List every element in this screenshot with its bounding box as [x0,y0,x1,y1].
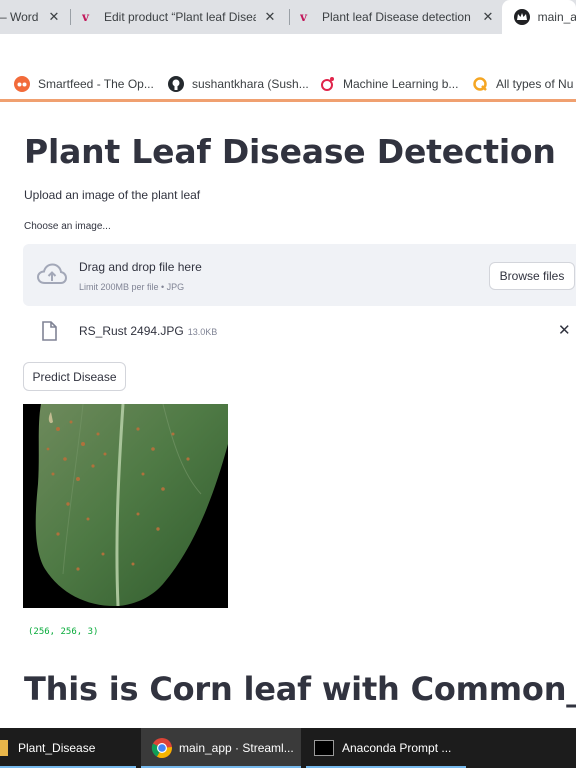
close-icon[interactable]: ✕ [264,9,276,25]
windows-taskbar: Plant_Disease main_app · Streaml... Anac… [0,728,576,768]
streamlit-crown-icon [514,9,530,25]
page-subtitle: Upload an image of the plant leaf [24,188,201,202]
close-icon[interactable]: ✕ [482,9,494,25]
taskbar-label: Plant_Disease [18,741,96,755]
tab-word[interactable]: – Word ✕ [0,0,68,34]
tab-edit-product[interactable]: v Edit product “Plant leaf Disea ✕ [82,0,282,34]
file-icon [40,321,58,346]
terminal-icon [314,740,334,756]
taskbar-label: main_app · Streaml... [179,741,294,755]
github-icon [168,76,184,92]
smartfeed-icon [14,76,30,92]
taskbar-item-plant-disease[interactable]: Plant_Disease [0,728,136,768]
bookmark-all-types[interactable]: All types of Nu [472,76,573,92]
file-dropzone[interactable]: Drag and drop file here Limit 200MB per … [23,244,576,306]
app-page: Plant Leaf Disease Detection Upload an i… [0,102,576,728]
dropzone-limit: Limit 200MB per file • JPG [79,282,185,292]
file-name: RS_Rust 2494.JPG [79,324,184,338]
tab-title: main_a [537,10,576,24]
uploaded-file-name: RS_Rust 2494.JPG 13.0KB [79,324,217,338]
tab-main-app[interactable]: main_a [502,0,576,34]
bookmark-label: sushantkhara (Sush... [192,77,309,91]
uploader-label: Choose an image... [24,221,111,232]
bookmark-label: Machine Learning b... [343,77,459,91]
browser-toolbar [0,34,576,66]
q-icon [472,76,488,92]
tab-title: Plant leaf Disease detection F [322,10,474,24]
bookmark-label: All types of Nu [496,77,574,91]
browser-tab-strip: – Word ✕ v Edit product “Plant leaf Dise… [0,0,576,34]
bookmark-smartfeed[interactable]: Smartfeed - The Op... [14,76,154,92]
chrome-icon [151,737,173,759]
v-logo-icon: v [82,10,89,24]
uploaded-leaf-image [23,403,229,608]
bookmark-machine-learning[interactable]: Machine Learning b... [319,76,458,92]
dropzone-title: Drag and drop file here [79,260,202,274]
cloud-upload-icon [36,262,68,291]
folder-icon [0,740,8,756]
browse-files-button[interactable]: Browse files [489,262,575,290]
predict-disease-button[interactable]: Predict Disease [23,362,126,391]
taskbar-label: Anaconda Prompt ... [342,741,452,755]
tab-separator [289,9,290,25]
page-title: Plant Leaf Disease Detection [24,132,556,171]
image-shape-output: (256, 256, 3) [28,627,99,637]
bookmark-github[interactable]: sushantkhara (Sush... [168,76,309,92]
ml-blog-icon [319,76,335,92]
v-logo-icon: v [300,10,307,24]
bookmark-label: Smartfeed - The Op... [38,77,154,91]
remove-file-icon[interactable]: ✕ [558,321,571,339]
close-icon[interactable]: ✕ [48,9,60,25]
taskbar-item-anaconda-prompt[interactable]: Anaconda Prompt ... [306,728,466,768]
prediction-result: This is Corn leaf with Common_rust [24,670,576,708]
bookmarks-bar: Smartfeed - The Op... sushantkhara (Sush… [0,66,576,102]
taskbar-item-chrome[interactable]: main_app · Streaml... [141,728,301,768]
tab-title: Edit product “Plant leaf Disea [104,10,256,24]
tab-title: – Word [0,10,39,24]
tab-separator [70,9,71,25]
tab-plant-leaf-detection[interactable]: v Plant leaf Disease detection F ✕ [300,0,496,34]
file-size: 13.0KB [187,327,218,337]
